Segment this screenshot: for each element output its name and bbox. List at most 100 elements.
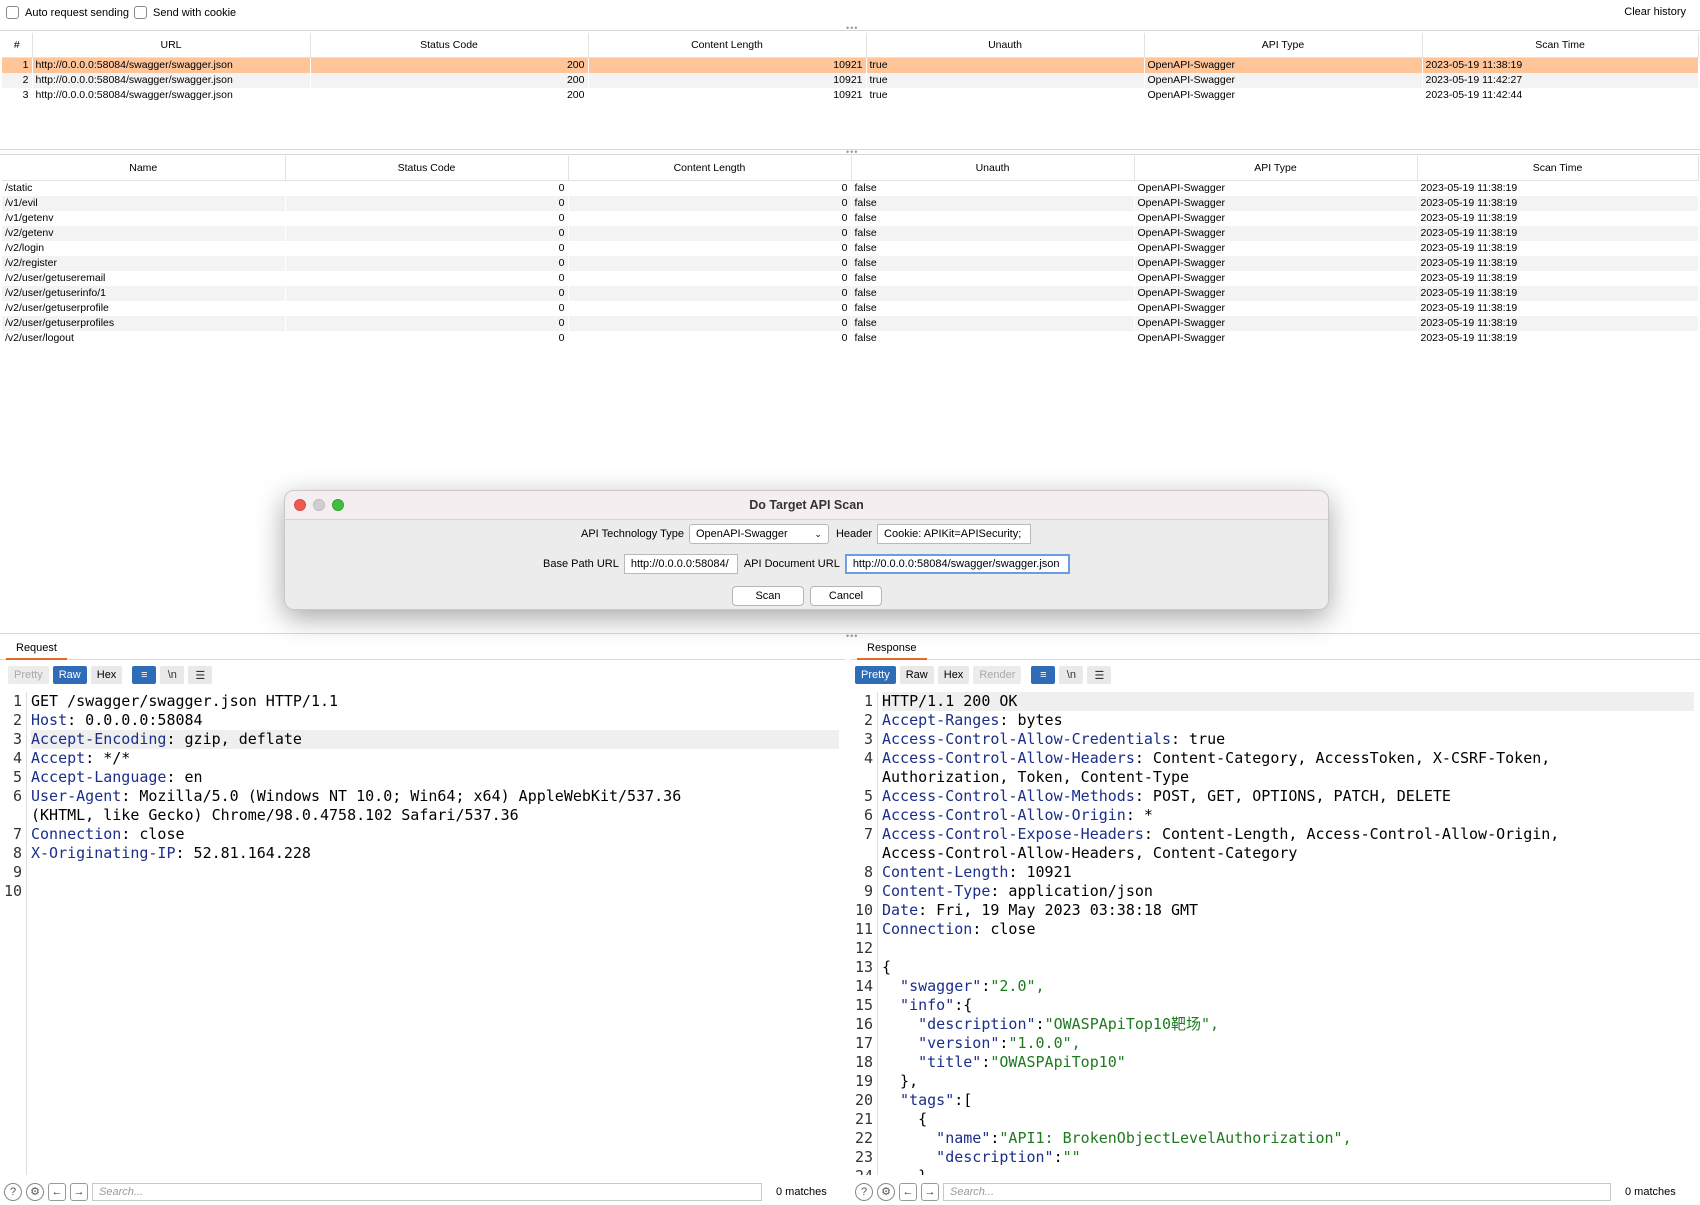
close-window-icon[interactable] [294,499,306,511]
table-row[interactable]: /v2/login 0 0 false OpenAPI-Swagger 2023-05-1… [2,240,1699,256]
code-line: "name":"API1: BrokenObjectLevelAuthoriza… [882,1129,1694,1148]
auto-request-checkbox[interactable]: Auto request sending [6,6,129,19]
checkbox-box[interactable] [6,6,19,19]
help-icon[interactable]: ? [855,1183,873,1201]
header-name: Accept-Encoding [31,730,167,748]
request-search-input[interactable]: Search... [92,1183,762,1201]
table-row[interactable]: /v1/getenv 0 0 false OpenAPI-Swagger 2023-05-… [2,210,1699,226]
table-row[interactable]: /v2/user/logout 0 0 false OpenAPI-Swagger 202… [2,330,1699,346]
table-row[interactable]: 1 http://0.0.0.0:58084/swagger/swagger.js… [2,57,1699,73]
pretty-button[interactable]: Pretty [855,666,896,684]
maximize-window-icon[interactable] [332,499,344,511]
table-cell: 2023-05-19 11:38:19 [1422,57,1699,73]
forward-arrow-icon[interactable]: → [921,1183,939,1201]
code-line: Authorization, Token, Content-Type [882,768,1694,787]
tab-response[interactable]: Response [857,636,927,660]
table-cell: OpenAPI-Swagger [1134,195,1418,211]
table-row[interactable]: /v1/evil 0 0 false OpenAPI-Swagger 2023-05-19… [2,195,1699,211]
api-tech-value: OpenAPI-Swagger [695,528,788,540]
line-number [0,806,22,825]
table-cell: true [866,72,1145,88]
table-row[interactable]: /v2/user/getuserinfo/1 0 0 false OpenAPI-Swa… [2,285,1699,301]
table-cell: 10921 [588,57,867,73]
table-cell: 0 [285,210,569,226]
wrap-lines-icon[interactable]: ≡ [1031,666,1056,684]
code-line: Access-Control-Allow-Methods: POST, GET,… [882,787,1694,806]
table-row[interactable]: /v2/user/getuseremail 0 0 false OpenAPI-Swag… [2,270,1699,286]
back-arrow-icon[interactable]: ← [899,1183,917,1201]
doc-url-field[interactable]: http://0.0.0.0:58084/swagger/swagger.jso… [844,554,1070,574]
base-path-field[interactable]: http://0.0.0.0:58084/ [623,554,738,574]
table-cell: 0 [568,315,852,331]
table-cell: OpenAPI-Swagger [1134,180,1418,196]
column-header[interactable]: Content Length [588,33,867,58]
header-value: : POST, GET, OPTIONS, PATCH, DELETE [1134,787,1451,805]
minimize-window-icon[interactable] [313,499,325,511]
column-header[interactable]: API Type [1144,33,1423,58]
tab-request[interactable]: Request [6,636,67,660]
table-row[interactable]: 2 http://0.0.0.0:58084/swagger/swagger.js… [2,72,1699,88]
newline-icon[interactable]: \n [160,666,185,684]
pretty-button[interactable]: Pretty [8,666,49,684]
back-arrow-icon[interactable]: ← [48,1183,66,1201]
column-header[interactable]: Content Length [568,156,852,181]
help-icon[interactable]: ? [4,1183,22,1201]
line-number: 13 [854,958,873,976]
header-field[interactable]: Cookie: APIKit=APISecurity; [877,524,1032,544]
json-string: "OWASPApiTop10靶场", [1044,1015,1220,1033]
checkbox-box[interactable] [134,6,147,19]
table-cell: 10921 [588,72,867,88]
column-header[interactable]: Scan Time [1422,33,1699,58]
table-row[interactable]: 3 http://0.0.0.0:58084/swagger/swagger.js… [2,87,1699,103]
column-header[interactable]: Scan Time [1417,156,1699,181]
scan-button[interactable]: Scan [732,586,804,606]
hex-button[interactable]: Hex [937,666,970,684]
table-row[interactable]: /v2/getenv 0 0 false OpenAPI-Swagger 2023-05-… [2,225,1699,241]
send-cookie-checkbox[interactable]: Send with cookie [134,6,236,19]
header-name: "info" [882,996,955,1014]
header-value: : true [1170,730,1226,748]
request-editor[interactable]: 1 2 3 4 5 6 7 8 9 10 GET /swagger/swagger.json HT… [0,692,845,1175]
table-row[interactable]: /v2/user/getuserprofile 0 0 false OpenAPI-Sw… [2,300,1699,316]
response-editor[interactable]: 123456789101112131415161718192021222324 … [851,692,1700,1175]
response-search-input[interactable]: Search... [943,1183,1611,1201]
column-header[interactable]: URL [32,33,311,58]
header-value: : 0.0.0.0:58084 [67,711,203,729]
column-header[interactable]: Name [2,156,286,181]
column-header[interactable]: Unauth [851,156,1135,181]
gear-icon[interactable]: ⚙ [26,1183,44,1201]
table-row[interactable]: /static 0 0 false OpenAPI-Swagger 2023-05-19 … [2,180,1699,196]
table-row[interactable]: /v2/user/getuserprofiles 0 0 false OpenAPI-S… [2,315,1699,331]
table-cell: false [851,195,1135,211]
code-line: Accept-Language: en [31,768,839,787]
table-cell: 2023-05-19 11:42:44 [1422,87,1699,103]
hex-button[interactable]: Hex [90,666,123,684]
header-value: :[ [954,1091,973,1109]
api-tech-select[interactable]: OpenAPI-Swagger ⌄ [688,524,829,544]
menu-icon[interactable]: ☰ [1087,666,1112,684]
table-row[interactable]: /v2/register 0 0 false OpenAPI-Swagger 2023-0… [2,255,1699,271]
render-button[interactable]: Render [973,666,1022,684]
cancel-button[interactable]: Cancel [810,586,882,606]
table-cell: /v2/user/getuserprofiles [2,315,286,331]
line-number: 17 [854,1034,873,1052]
line-number: 3 [12,730,22,748]
newline-icon[interactable]: \n [1059,666,1084,684]
column-header[interactable]: API Type [1134,156,1418,181]
code-line: "description":"OWASPApiTop10靶场", [882,1015,1694,1034]
column-header[interactable]: # [2,33,33,58]
menu-icon[interactable]: ☰ [188,666,213,684]
wrap-lines-icon[interactable]: ≡ [132,666,157,684]
raw-button[interactable]: Raw [899,666,934,684]
clear-history-button[interactable]: Clear history [1624,6,1686,18]
header-name: "tags" [882,1091,955,1109]
response-matches: 0 matches [1625,1186,1676,1198]
forward-arrow-icon[interactable]: → [70,1183,88,1201]
column-header[interactable]: Status Code [285,156,569,181]
column-header[interactable]: Unauth [866,33,1145,58]
column-header[interactable]: Status Code [310,33,589,58]
table-cell: false [851,255,1135,271]
raw-button[interactable]: Raw [52,666,87,684]
gear-icon[interactable]: ⚙ [877,1183,895,1201]
